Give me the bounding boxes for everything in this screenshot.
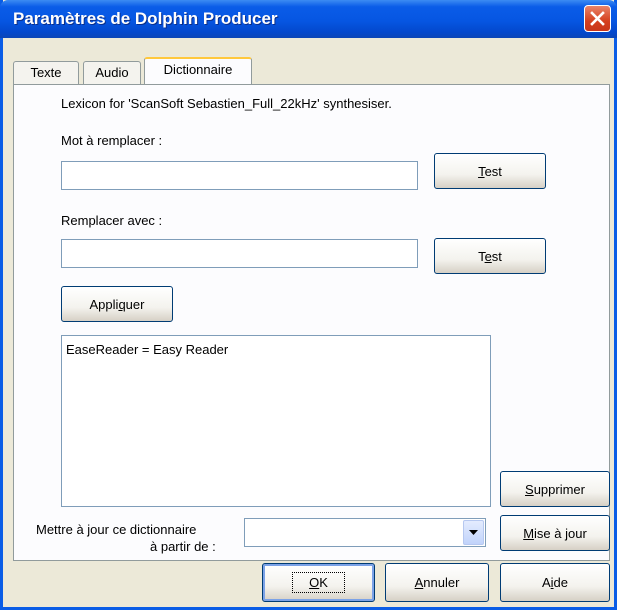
lexicon-info: Lexicon for 'ScanSoft Sebastien_Full_22k… [61,96,392,111]
cancel-button[interactable]: Annuler [385,563,489,602]
close-button[interactable] [584,5,611,32]
test-replacement-label: Test [478,248,502,264]
help-label: Aide [541,575,569,590]
update-button[interactable]: Mise à jour [500,515,610,551]
apply-label: Appliquer [89,296,145,312]
ok-button[interactable]: OK [262,563,375,602]
replace-with-input[interactable] [61,239,418,268]
update-source-select[interactable] [244,518,486,547]
tab-texte[interactable]: Texte [13,61,79,84]
update-label: Mise à jour [523,525,587,541]
tab-label: Texte [30,65,62,80]
settings-dialog: Paramètres de Dolphin Producer Texte Aud… [0,0,617,610]
word-to-replace-label: Mot à remplacer : [61,133,163,148]
update-from-label-line1: Mettre à jour ce dictionnaire [36,522,197,537]
tab-label: Dictionnaire [163,62,233,77]
chevron-down-icon [469,530,478,535]
window-title: Paramètres de Dolphin Producer [13,9,278,28]
tab-label: Audio [95,65,129,80]
dictionary-entries-list[interactable]: EaseReader = Easy Reader [61,335,491,507]
help-button[interactable]: Aide [500,563,610,602]
ok-label: OK [292,572,345,593]
cancel-label: Annuler [414,575,460,590]
dropdown-button[interactable] [463,520,484,545]
tab-audio[interactable]: Audio [83,61,141,84]
test-replacement-button[interactable]: Test [434,238,546,274]
word-to-replace-input[interactable] [61,161,418,190]
delete-entry-label: Supprimer [525,481,585,497]
list-item[interactable]: EaseReader = Easy Reader [66,342,486,358]
replace-with-label: Remplacer avec : [61,213,163,228]
close-icon [590,11,605,26]
title-bar[interactable]: Paramètres de Dolphin Producer [0,0,617,38]
delete-entry-button[interactable]: Supprimer [500,471,610,507]
test-word-button[interactable]: Test [434,153,546,189]
apply-button[interactable]: Appliquer [61,286,173,322]
update-from-label-line2: à partir de : [150,539,216,554]
test-word-label: Test [478,163,502,179]
tab-dictionnaire[interactable]: Dictionnaire [144,57,252,84]
